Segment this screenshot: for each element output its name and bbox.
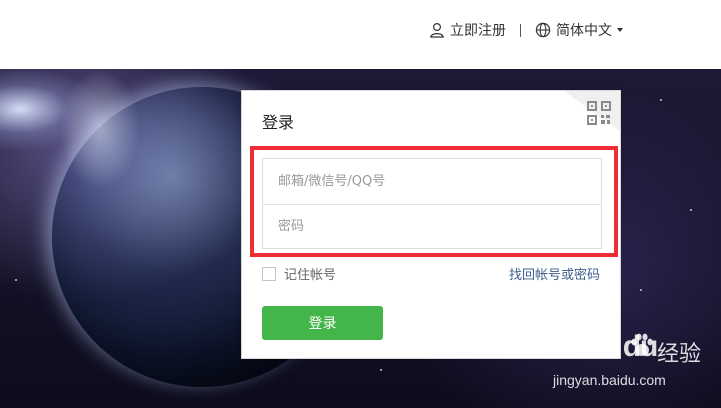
qr-code-icon — [587, 101, 611, 125]
remember-account[interactable]: 记住帐号 — [262, 264, 336, 283]
login-button[interactable]: 登录 — [262, 306, 383, 340]
globe-icon — [535, 22, 551, 38]
baidu-jingyan-watermark: Baidu 经验 jingyan.baidu.com — [553, 330, 713, 402]
register-label: 立即注册 — [450, 23, 506, 39]
header-divider — [520, 23, 521, 37]
star — [380, 369, 382, 371]
login-title: 登录 — [262, 113, 295, 132]
account-input[interactable] — [278, 174, 601, 189]
caret-down-icon — [617, 28, 623, 32]
forgot-password-link[interactable]: 找回帐号或密码 — [509, 264, 600, 283]
password-input[interactable] — [278, 219, 601, 234]
watermark-url: jingyan.baidu.com — [553, 372, 666, 388]
star — [660, 99, 662, 101]
qr-login-toggle[interactable] — [564, 91, 620, 131]
star — [690, 209, 692, 211]
watermark-section: 经验 — [657, 342, 702, 367]
top-links: 立即注册 简体中文 — [429, 20, 623, 40]
user-icon — [430, 22, 444, 38]
planet-glow — [60, 69, 140, 189]
top-header: 立即注册 简体中文 — [0, 0, 721, 69]
paw-icon — [631, 333, 653, 356]
language-label: 简体中文 — [556, 23, 612, 39]
star — [640, 289, 642, 291]
register-link[interactable]: 立即注册 — [429, 20, 506, 40]
remember-checkbox[interactable] — [262, 266, 276, 281]
star — [15, 279, 17, 281]
account-field-row — [263, 159, 601, 204]
language-selector[interactable]: 简体中文 — [535, 20, 623, 40]
login-card: 登录 记住帐号 找回帐号或密码 登录 — [241, 90, 621, 359]
remember-label: 记住帐号 — [284, 268, 337, 283]
password-field-row — [263, 204, 601, 248]
credential-fields — [262, 158, 602, 249]
